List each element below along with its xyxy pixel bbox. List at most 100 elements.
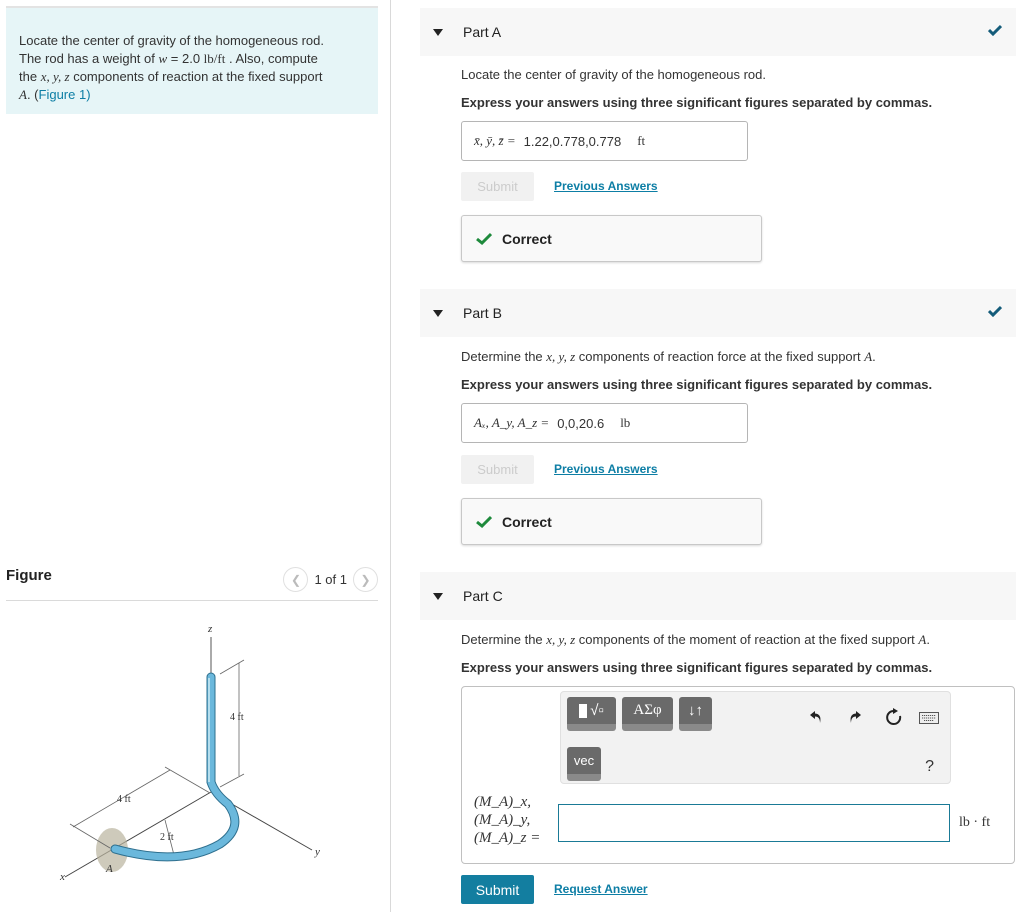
arrows-button[interactable]: ↓↑ <box>679 697 712 731</box>
answer-value: 0,0,20.6 <box>557 415 605 431</box>
keyboard-icon[interactable] <box>919 712 939 724</box>
dim-line <box>219 659 245 675</box>
part-a-instruction: Express your answers using three signifi… <box>461 95 933 110</box>
moment-unit: lb · ft <box>959 815 991 830</box>
chevron-left-icon: ❮ <box>290 572 301 587</box>
figure-link[interactable]: Figure 1 <box>39 87 87 102</box>
intro-text: The rod has a weight of <box>19 51 159 66</box>
templates-label: √▫ <box>590 702 604 719</box>
math-var: x, y, z <box>546 349 576 364</box>
intro-text: . ( <box>26 87 39 102</box>
greek-symbols-button[interactable]: ΑΣφ <box>622 697 673 731</box>
chevron-right-icon: ❯ <box>360 572 371 587</box>
help-button[interactable]: ? <box>925 758 934 776</box>
intro-text: . Also, compute <box>225 51 318 66</box>
math-toolbar: √▫ ΑΣφ ↓↑ vec ? <box>560 691 951 784</box>
intro-text: components of reaction at the fixed supp… <box>69 69 323 84</box>
math-unit: lb/ft <box>203 51 226 66</box>
math-var: A <box>864 349 873 364</box>
dim-vertical-label: 4 ft <box>230 712 244 723</box>
math-var: A <box>918 632 927 647</box>
template-box-icon <box>579 703 588 718</box>
problem-statement: Locate the center of gravity of the homo… <box>6 6 378 114</box>
question-text: components of the moment of reaction at … <box>575 632 919 647</box>
feedback-text: Correct <box>502 513 552 530</box>
part-a-submit-button[interactable]: Submit <box>461 172 534 201</box>
answer-unit: ft <box>637 133 646 148</box>
rod-figure: z x y A 4 ft 4 ft 2 ft <box>59 623 320 883</box>
figure-header: Figure ❮ 1 of 1 ❯ <box>6 564 378 601</box>
dim-line <box>219 773 245 788</box>
part-b-header[interactable]: Part B <box>420 289 1016 337</box>
prev-figure-button[interactable]: ❮ <box>283 567 309 592</box>
templates-button[interactable]: √▫ <box>567 697 616 731</box>
collapse-triangle-icon <box>433 28 443 36</box>
part-b-instruction: Express your answers using three signifi… <box>461 377 933 392</box>
figure-title: Figure <box>6 567 52 584</box>
part-b-question: Determine the x, y, z components of reac… <box>461 349 876 364</box>
y-label: y <box>314 846 320 858</box>
checkmark-icon <box>988 305 1002 317</box>
answer-unit: lb <box>620 415 631 430</box>
question-text: Determine the <box>461 349 547 364</box>
point-a-label: A <box>105 863 113 875</box>
part-b-submit-button[interactable]: Submit <box>461 455 534 484</box>
part-c-header[interactable]: Part C <box>420 572 1016 620</box>
part-b-title: Part B <box>463 305 502 321</box>
math-var: w <box>158 51 168 66</box>
request-answer-link[interactable]: Request Answer <box>554 882 648 896</box>
undo-icon[interactable] <box>809 710 823 724</box>
intro-line1: Locate the center of gravity of the homo… <box>19 33 324 48</box>
correct-check-icon <box>476 515 492 528</box>
part-a-header[interactable]: Part A <box>420 8 1016 56</box>
math-var: x, y, z <box>40 69 70 84</box>
pager-text: 1 of 1 <box>314 572 347 587</box>
part-c-submit-button[interactable]: Submit <box>461 875 534 904</box>
part-c-question: Determine the x, y, z components of the … <box>461 632 930 647</box>
math-var: x, y, z <box>546 632 576 647</box>
moment-answer-input[interactable] <box>558 804 950 842</box>
z-label: z <box>207 623 213 635</box>
next-figure-button[interactable]: ❯ <box>353 567 378 592</box>
moment-z-label: (M_A)_z = <box>474 830 541 846</box>
math-var: A <box>19 87 27 102</box>
problem-panel: Locate the center of gravity of the homo… <box>0 0 391 912</box>
x-label: x <box>59 871 65 883</box>
part-b-feedback: Correct <box>461 498 762 545</box>
part-c-instruction: Express your answers using three signifi… <box>461 660 933 675</box>
correct-check-icon <box>476 232 492 245</box>
intro-text: ) <box>86 87 91 102</box>
part-a-feedback: Correct <box>461 215 762 262</box>
moment-x-label: (M_A)_x, <box>474 794 532 810</box>
dim-line <box>164 766 211 794</box>
question-text: components of reaction force at the fixe… <box>575 349 865 364</box>
intro-text: the <box>19 69 41 84</box>
collapse-triangle-icon <box>433 592 443 600</box>
answer-value: 1.22,0.778,0.778 <box>523 133 622 149</box>
vec-button[interactable]: vec <box>567 747 601 781</box>
dim-radius-label: 2 ft <box>160 832 174 843</box>
rod <box>111 673 239 861</box>
question-text: Determine the <box>461 632 547 647</box>
part-b-previous-answers-link[interactable]: Previous Answers <box>554 462 658 476</box>
part-a-question: Locate the center of gravity of the homo… <box>461 67 766 82</box>
part-c-title: Part C <box>463 588 503 604</box>
feedback-text: Correct <box>502 230 552 247</box>
redo-icon[interactable] <box>848 710 862 724</box>
rod-outline <box>110 672 240 862</box>
part-b-answer-field[interactable]: Aₓ, A_y, A_z = 0,0,20.6 lb <box>461 403 748 443</box>
answer-label: Aₓ, A_y, A_z = <box>474 415 550 430</box>
part-a-answer-field[interactable]: x̄, ȳ, z̄ = 1.22,0.778,0.778 ft <box>461 121 748 161</box>
moment-y-label: (M_A)_y, <box>474 812 531 828</box>
reset-icon[interactable] <box>885 708 903 726</box>
dim-horizontal-label: 4 ft <box>117 794 131 805</box>
checkmark-icon <box>988 24 1002 36</box>
figure-pager: ❮ 1 of 1 ❯ <box>283 567 378 592</box>
collapse-triangle-icon <box>433 309 443 317</box>
part-a-previous-answers-link[interactable]: Previous Answers <box>554 179 658 193</box>
math-editor: √▫ ΑΣφ ↓↑ vec ? (M_A)_x, (M_A)_y, (M_A)_… <box>461 686 1015 864</box>
intro-text: = 2.0 <box>167 51 204 66</box>
answer-label: x̄, ȳ, z̄ = <box>474 133 516 148</box>
moment-labels: (M_A)_x, (M_A)_y, (M_A)_z = <box>474 793 540 847</box>
part-a-title: Part A <box>463 24 502 40</box>
